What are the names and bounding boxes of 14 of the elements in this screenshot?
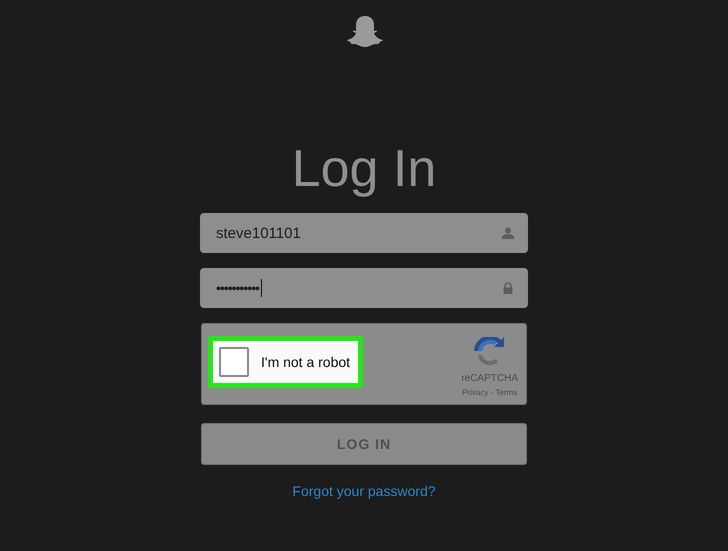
captcha-label: I'm not a robot: [261, 354, 350, 370]
terms-link[interactable]: Terms: [495, 388, 518, 397]
lock-icon: [502, 282, 514, 294]
captcha-checkbox[interactable]: [219, 347, 249, 377]
recaptcha-brand: reCAPTCHA: [461, 373, 518, 384]
ghost-icon: [346, 15, 384, 47]
user-icon: [502, 227, 514, 239]
text-cursor: [260, 279, 262, 297]
privacy-link[interactable]: Privacy: [462, 388, 488, 397]
page-title: Log In: [292, 139, 436, 199]
forgot-password-link[interactable]: Forgot your password?: [292, 483, 436, 499]
password-field[interactable]: •••••••••••: [200, 268, 528, 308]
link-separator: -: [490, 388, 494, 397]
username-field[interactable]: steve101101: [200, 213, 528, 253]
